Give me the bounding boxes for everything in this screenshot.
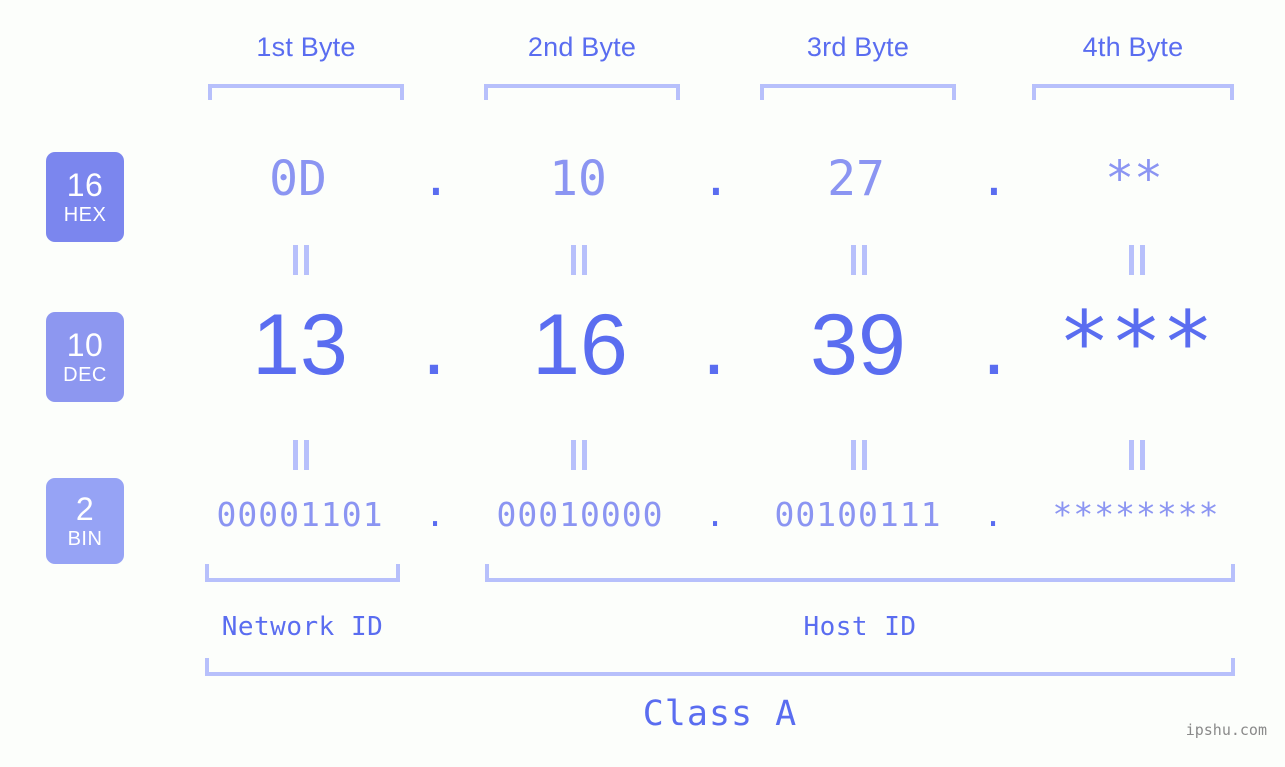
- dec-octet-1: 13: [252, 297, 348, 393]
- hex-octet-3: 27: [827, 151, 885, 207]
- class-bracket: [205, 658, 1235, 676]
- bin-separator-1: .: [425, 495, 445, 534]
- class-label: Class A: [642, 694, 798, 734]
- radix-badge-dec-name: DEC: [63, 364, 107, 386]
- byte-header-1: 1st Byte: [256, 32, 356, 62]
- network-id-label: Network ID: [221, 612, 384, 642]
- watermark: ipshu.com: [1185, 721, 1267, 739]
- hex-octet-2: 10: [549, 151, 607, 207]
- radix-badge-hex-number: 16: [66, 167, 104, 203]
- byte-bracket-2: [484, 84, 680, 100]
- bin-octet-4: ********: [1052, 495, 1220, 534]
- radix-badge-bin: 2 BIN: [46, 478, 124, 564]
- equals-mark-hex-dec-4: [1129, 245, 1145, 275]
- host-id-bracket: [485, 564, 1235, 582]
- dec-octet-2: 16: [532, 297, 628, 393]
- dec-separator-1: .: [422, 297, 446, 393]
- radix-badge-dec: 10 DEC: [46, 312, 124, 402]
- bin-octet-1: 00001101: [216, 495, 384, 534]
- hex-separator-3: .: [979, 151, 1009, 207]
- host-id-label: Host ID: [803, 612, 917, 642]
- radix-badge-bin-name: BIN: [67, 528, 103, 550]
- byte-bracket-4: [1032, 84, 1234, 100]
- hex-octet-1: 0D: [269, 151, 327, 207]
- hex-octet-4: **: [1105, 151, 1163, 207]
- hex-separator-2: .: [701, 151, 731, 207]
- dec-octet-4: ***: [1058, 293, 1214, 393]
- equals-mark-hex-dec-3: [851, 245, 867, 275]
- byte-bracket-1: [208, 84, 404, 100]
- equals-mark-dec-bin-3: [851, 440, 867, 470]
- byte-header-2: 2nd Byte: [527, 32, 637, 62]
- bin-separator-2: .: [705, 495, 725, 534]
- ip-address-breakdown-diagram: 1st Byte 2nd Byte 3rd Byte 4th Byte 16 H…: [0, 0, 1285, 767]
- byte-header-4: 4th Byte: [1082, 32, 1184, 62]
- equals-mark-dec-bin-2: [571, 440, 587, 470]
- bin-separator-3: .: [983, 495, 1003, 534]
- network-id-bracket: [205, 564, 400, 582]
- equals-mark-hex-dec-2: [571, 245, 587, 275]
- dec-octet-3: 39: [810, 297, 906, 393]
- radix-badge-hex: 16 HEX: [46, 152, 124, 242]
- radix-badge-bin-number: 2: [75, 491, 95, 527]
- dec-separator-2: .: [702, 297, 726, 393]
- byte-header-3: 3rd Byte: [806, 32, 910, 62]
- radix-badge-hex-name: HEX: [63, 204, 107, 226]
- dec-separator-3: .: [982, 297, 1006, 393]
- radix-badge-dec-number: 10: [66, 327, 104, 363]
- equals-mark-dec-bin-1: [293, 440, 309, 470]
- byte-bracket-3: [760, 84, 956, 100]
- bin-octet-3: 00100111: [774, 495, 942, 534]
- hex-separator-1: .: [421, 151, 451, 207]
- equals-mark-dec-bin-4: [1129, 440, 1145, 470]
- equals-mark-hex-dec-1: [293, 245, 309, 275]
- bin-octet-2: 00010000: [496, 495, 664, 534]
